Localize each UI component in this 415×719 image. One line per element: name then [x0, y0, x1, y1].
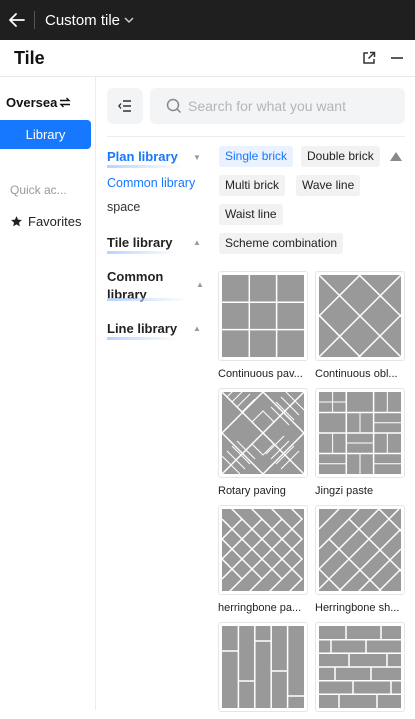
panel-title: Tile [14, 47, 45, 68]
tile-thumbnail [315, 271, 405, 361]
tile-thumbnail [218, 622, 308, 712]
search-input[interactable] [188, 98, 388, 114]
category-plan-library[interactable]: Plan library [107, 148, 178, 166]
caret-up-icon[interactable]: ▲ [196, 280, 204, 289]
tag-double-brick[interactable]: Double brick [301, 146, 380, 167]
swap-icon [59, 97, 72, 108]
jingzi-pattern-icon [319, 392, 401, 474]
chevron-down-icon[interactable] [124, 15, 134, 27]
tile-label: Continuous pav... [218, 368, 303, 380]
vertical-strips-pattern-icon [222, 626, 304, 708]
category-underline [107, 165, 182, 168]
tile-thumbnail [218, 271, 308, 361]
category-underline [107, 337, 179, 340]
tile-thumbnail [315, 388, 405, 478]
search-icon [166, 98, 182, 114]
caret-up-icon[interactable]: ▲ [193, 324, 201, 333]
diagonal-grid-pattern-icon [319, 275, 401, 357]
category-underline [107, 251, 179, 254]
tile-label: Herringbone sh... [315, 602, 400, 614]
quick-access-label[interactable]: Quick ac... [10, 183, 67, 197]
tile-card[interactable]: Herringbone sh... [315, 505, 405, 614]
tag-waist-line[interactable]: Waist line [219, 204, 283, 225]
category-line-library[interactable]: Line library [107, 320, 177, 338]
tile-label: herringbone pa... [218, 602, 302, 614]
tile-thumbnail [315, 505, 405, 595]
tile-card[interactable]: herringbone pa... [218, 505, 308, 614]
minimize-icon[interactable] [389, 50, 405, 66]
tile-label: Continuous obl... [315, 368, 398, 380]
herringbone-pattern-icon [319, 509, 401, 591]
category-space-sub[interactable]: space [107, 200, 140, 214]
tag-multi-brick[interactable]: Multi brick [219, 175, 286, 196]
rotary-pattern-icon [222, 392, 304, 474]
tile-thumbnail [218, 505, 308, 595]
open-external-icon[interactable] [361, 50, 377, 66]
caret-down-icon[interactable]: ▼ [193, 153, 201, 162]
panel-header: Tile [0, 40, 415, 77]
category-underline [107, 298, 189, 301]
brick-pattern-icon [319, 626, 401, 708]
oversea-switcher[interactable]: Oversea [6, 95, 72, 110]
divider [107, 136, 405, 137]
favorites-item[interactable]: Favorites [10, 214, 81, 229]
left-sidebar: Oversea Library Quick ac... Favorites [0, 77, 96, 710]
tile-thumbnail [315, 622, 405, 712]
oversea-label: Oversea [6, 95, 58, 110]
tile-card[interactable]: Jingzi paste [315, 388, 405, 497]
tile-label: Rotary paving [218, 485, 286, 497]
herringbone-pattern-icon [222, 509, 304, 591]
tile-thumbnail [218, 388, 308, 478]
tag-scheme-combination[interactable]: Scheme combination [219, 233, 344, 254]
back-arrow-icon[interactable] [0, 0, 34, 40]
tile-card[interactable]: Continuous pav... [218, 271, 308, 380]
caret-up-icon[interactable]: ▲ [193, 238, 201, 247]
topbar-divider [34, 11, 35, 29]
collapse-tags-icon[interactable] [390, 152, 402, 161]
tile-card[interactable]: Continuous obl... [315, 271, 405, 380]
library-button[interactable]: Library [0, 120, 91, 149]
category-common-library-sub[interactable]: Common library [107, 176, 195, 190]
window-title[interactable]: Custom tile [45, 12, 120, 29]
star-icon [11, 216, 22, 227]
grid-pattern-icon [222, 275, 304, 357]
tile-label: Jingzi paste [315, 485, 374, 497]
tile-card[interactable]: Rotary paving [218, 388, 308, 497]
favorites-label: Favorites [28, 214, 82, 229]
category-tile-library[interactable]: Tile library [107, 234, 173, 252]
top-bar: Custom tile [0, 0, 415, 40]
collapse-menu-button[interactable] [107, 88, 143, 124]
tile-card[interactable] [315, 622, 405, 719]
tag-wave-line[interactable]: Wave line [296, 175, 361, 196]
search-box[interactable] [150, 88, 405, 124]
tag-single-brick[interactable]: Single brick [219, 146, 294, 167]
tile-card[interactable] [218, 622, 308, 719]
collapse-menu-icon [118, 100, 131, 112]
